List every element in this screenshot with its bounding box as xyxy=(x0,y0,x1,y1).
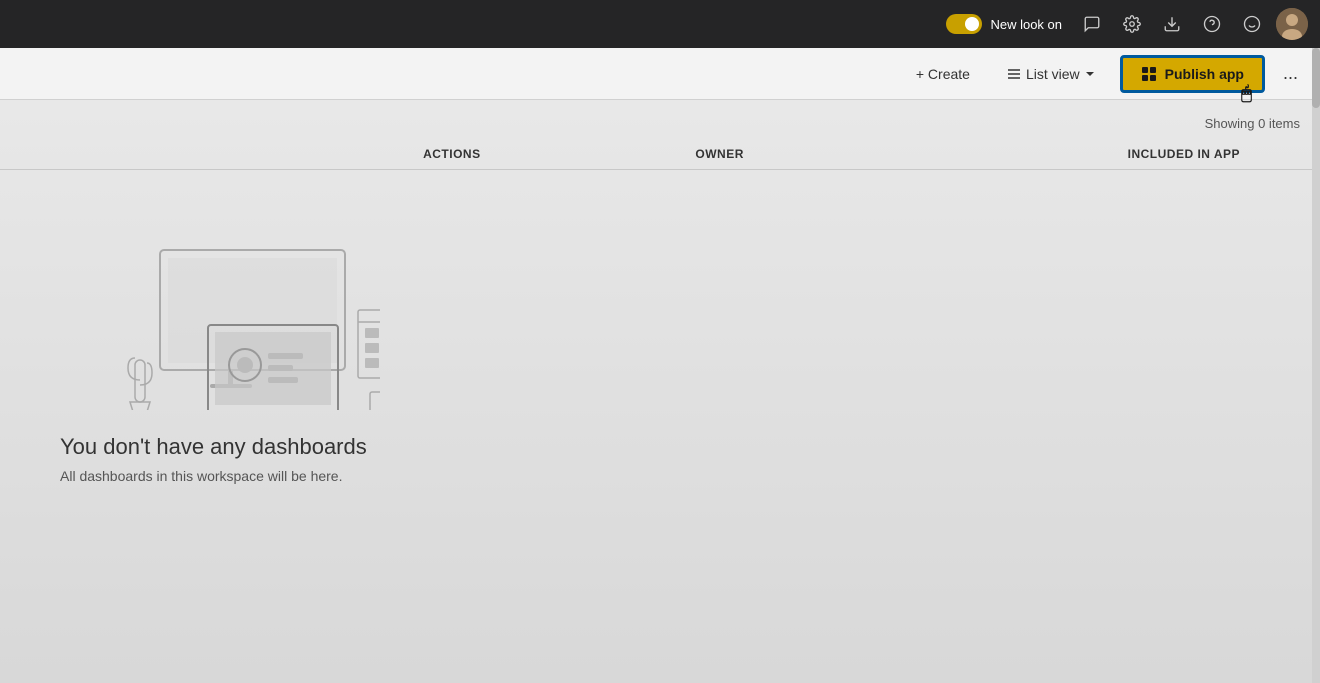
column-actions: ACTIONS xyxy=(423,147,695,161)
list-view-chevron-icon xyxy=(1084,68,1096,80)
top-navigation-bar: New look on xyxy=(0,0,1320,48)
empty-state-title: You don't have any dashboards xyxy=(60,434,367,460)
empty-state-subtitle: All dashboards in this workspace will be… xyxy=(60,468,342,484)
new-look-label: New look on xyxy=(990,17,1062,32)
scrollbar-thumb[interactable] xyxy=(1312,48,1320,108)
download-icon[interactable] xyxy=(1156,8,1188,40)
user-avatar[interactable] xyxy=(1276,8,1308,40)
list-view-icon xyxy=(1006,66,1022,82)
settings-icon[interactable] xyxy=(1116,8,1148,40)
help-icon[interactable] xyxy=(1196,8,1228,40)
list-view-button[interactable]: List view xyxy=(994,60,1108,88)
secondary-toolbar: + Create List view Publish app 🖱 ... xyxy=(0,48,1320,100)
empty-state-illustration xyxy=(60,210,380,410)
columns-header: ACTIONS OWNER INCLUDED IN APP xyxy=(0,139,1320,170)
new-look-toggle-container: New look on xyxy=(946,14,1062,34)
empty-state-container: You don't have any dashboards All dashbo… xyxy=(0,170,1320,524)
column-included-in-app: INCLUDED IN APP xyxy=(968,147,1260,161)
publish-app-label: Publish app xyxy=(1165,66,1244,82)
column-name xyxy=(60,147,423,161)
smiley-icon[interactable] xyxy=(1236,8,1268,40)
more-options-button[interactable]: ... xyxy=(1277,57,1304,90)
column-owner: OWNER xyxy=(695,147,967,161)
create-button-label: + Create xyxy=(916,66,970,82)
cursor-hand: 🖱 xyxy=(1241,83,1252,104)
publish-app-button[interactable]: Publish app 🖱 xyxy=(1120,55,1265,93)
more-options-label: ... xyxy=(1283,63,1298,84)
main-content-area: Showing 0 items ACTIONS OWNER INCLUDED I… xyxy=(0,100,1320,683)
new-look-toggle[interactable] xyxy=(946,14,982,34)
chat-icon[interactable] xyxy=(1076,8,1108,40)
showing-count: Showing 0 items xyxy=(0,100,1320,139)
avatar-image xyxy=(1276,8,1308,40)
publish-app-grid-icon xyxy=(1141,66,1157,82)
scrollbar[interactable] xyxy=(1312,48,1320,683)
list-view-label: List view xyxy=(1026,66,1080,82)
create-button[interactable]: + Create xyxy=(904,60,982,88)
